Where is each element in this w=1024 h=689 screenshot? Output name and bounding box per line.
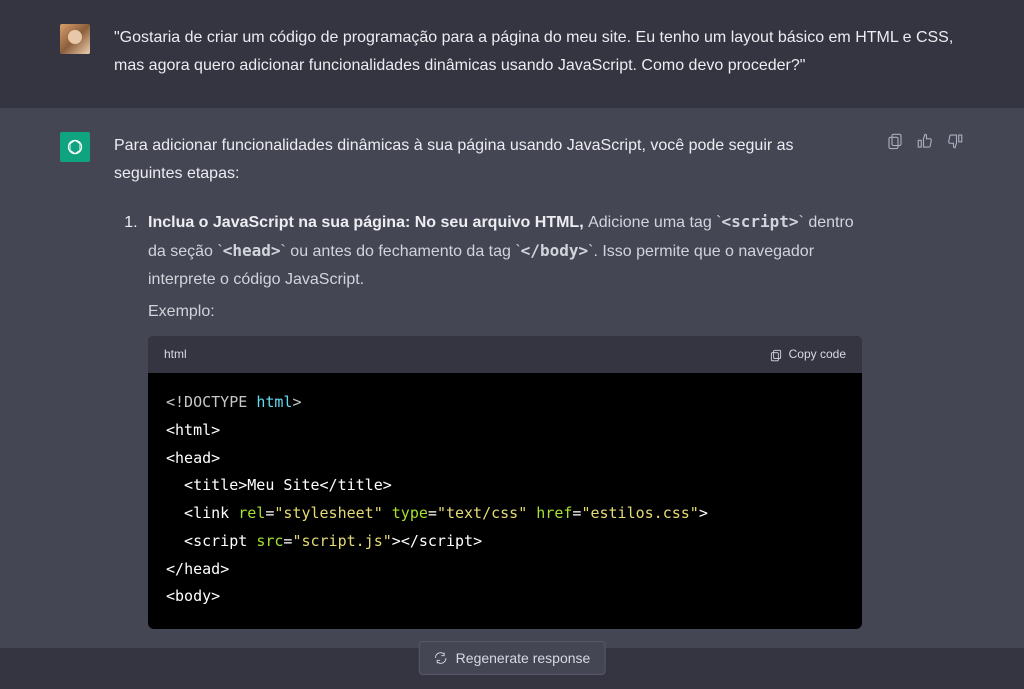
thumbs-down-button[interactable] xyxy=(946,132,964,150)
example-label: Exemplo: xyxy=(148,298,862,326)
step-1-seg-a1: Adicione uma tag ` xyxy=(588,214,721,231)
inline-code-body-close: </body> xyxy=(521,241,588,260)
code-block: html Copy code <!DOCTYPE html> <html> <h… xyxy=(148,336,862,629)
assistant-avatar xyxy=(60,132,90,162)
assistant-actions xyxy=(886,132,964,648)
clipboard-icon xyxy=(886,132,904,150)
thumbs-up-button[interactable] xyxy=(916,132,934,150)
code-block-content[interactable]: <!DOCTYPE html> <html> <head> <title>Meu… xyxy=(148,373,862,629)
user-avatar xyxy=(60,24,90,54)
user-message-text: "Gostaria de criar um código de programa… xyxy=(114,24,964,80)
code-block-header: html Copy code xyxy=(148,336,862,373)
regenerate-label: Regenerate response xyxy=(456,650,591,666)
thumbs-up-icon xyxy=(916,132,934,150)
assistant-message: Para adicionar funcionalidades dinâmicas… xyxy=(0,108,1024,648)
user-message: "Gostaria de criar um código de programa… xyxy=(0,0,1024,108)
refresh-icon xyxy=(434,651,448,665)
inline-code-script: <script> xyxy=(722,212,799,231)
inline-code-head: <head> xyxy=(223,241,281,260)
openai-logo-icon xyxy=(65,137,85,157)
copy-message-button[interactable] xyxy=(886,132,904,150)
assistant-intro-text: Para adicionar funcionalidades dinâmicas… xyxy=(114,132,862,188)
step-1-seg-a3: ` ou antes do fechamento da tag ` xyxy=(281,243,521,260)
step-1-lead: Inclua o JavaScript na sua página: No se… xyxy=(148,214,588,231)
clipboard-icon xyxy=(769,348,783,362)
copy-code-button[interactable]: Copy code xyxy=(769,344,846,365)
thumbs-down-icon xyxy=(946,132,964,150)
step-item-1: Inclua o JavaScript na sua página: No se… xyxy=(142,208,862,629)
assistant-message-body: Para adicionar funcionalidades dinâmicas… xyxy=(114,132,862,648)
regenerate-button[interactable]: Regenerate response xyxy=(419,641,606,675)
code-block-lang: html xyxy=(164,344,187,365)
copy-code-label: Copy code xyxy=(789,344,846,365)
